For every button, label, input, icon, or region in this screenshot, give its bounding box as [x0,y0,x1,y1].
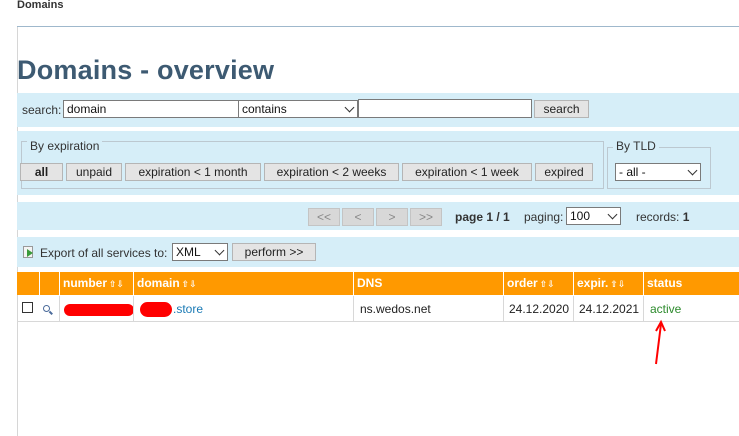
export-icon [23,246,33,258]
chevron-down-icon [607,209,618,220]
chevron-down-icon [214,245,225,256]
filter-expired-button[interactable]: expired [535,163,593,181]
expiration-legend: By expiration [27,139,103,153]
search-field-value: domain [67,102,107,116]
sort-arrows-icon[interactable]: ⇧⇩ [109,279,124,289]
breadcrumb: Domains [17,0,64,11]
header-icon-col [39,272,59,295]
export-format-select[interactable]: XML [172,243,228,261]
header-expiration-label: expir. [577,276,609,290]
prev-page-button[interactable]: < [342,208,374,226]
paging-select[interactable]: 100 [566,207,621,225]
export-format-value: XML [176,245,201,259]
row-number-cell [59,296,134,322]
domain-link[interactable]: .store [173,296,203,322]
first-page-button[interactable]: << [308,208,340,226]
header-dns-label: DNS [357,276,383,290]
search-panel: search: domain contains search [17,93,739,127]
records-indicator: records: 1 [636,210,689,224]
paging-label: paging: [524,210,564,224]
tld-select-value: - all - [619,165,646,179]
sort-arrows-icon[interactable]: ⇧⇩ [182,279,197,289]
export-label: Export of all services to: [40,246,168,260]
chevron-down-icon [687,165,698,176]
row-order-cell: 24.12.2020 [503,296,573,322]
search-button[interactable]: search [534,100,589,118]
header-status-label: status [647,276,683,290]
redaction-mark [140,302,172,317]
last-page-button[interactable]: >> [410,208,442,226]
chevron-down-icon [344,102,355,113]
page-value: 1 / 1 [486,210,510,224]
filter-all-button[interactable]: all [20,163,63,181]
row-checkbox[interactable] [22,302,33,313]
page-left-border [17,26,18,436]
search-operator-value: contains [242,102,287,116]
filter-1-week-button[interactable]: expiration < 1 week [402,163,532,181]
table-header: number ⇧⇩ domain ⇧⇩ DNS order ⇧⇩ expir. ⇧⇩ s… [17,272,739,295]
header-order-label: order [507,276,538,290]
annotation-arrow-icon [655,319,666,365]
search-operator-select[interactable]: contains [238,100,358,118]
header-dns: DNS [353,272,503,295]
header-checkbox-col [17,272,39,295]
export-panel: Export of all services to: XML perform >… [17,237,739,267]
filter-2-weeks-button[interactable]: expiration < 2 weeks [264,163,399,181]
header-number[interactable]: number ⇧⇩ [59,272,133,295]
header-divider [17,26,739,27]
filter-unpaid-button[interactable]: unpaid [66,163,122,181]
table-row: .store ns.wedos.net 24.12.2020 24.12.202… [17,296,739,322]
header-status: status [643,272,739,295]
perform-button[interactable]: perform >> [232,243,316,261]
row-expiration-cell: 24.12.2021 [573,296,643,322]
filter-1-month-button[interactable]: expiration < 1 month [125,163,261,181]
records-value: 1 [682,210,690,224]
tld-legend: By TLD [613,139,659,153]
page-title: Domains - overview [17,55,275,85]
sort-arrows-icon[interactable]: ⇧⇩ [540,279,555,289]
pager-panel: << < > >> page 1 / 1 paging: 100 records… [17,202,739,230]
sort-arrows-icon[interactable]: ⇧⇩ [610,279,625,289]
row-dns-cell: ns.wedos.net [353,296,503,322]
filter-panel: By expiration all unpaid expiration < 1 … [17,131,739,195]
search-field-select[interactable]: domain [63,100,253,118]
records-label: records: [636,210,680,224]
paging-value: 100 [570,209,591,223]
tld-select[interactable]: - all - [615,163,701,181]
page-indicator: page 1 / 1 [455,210,510,224]
magnifier-icon[interactable] [43,305,50,312]
search-label: search: [22,103,62,117]
header-domain-label: domain [137,276,180,290]
next-page-button[interactable]: > [376,208,408,226]
search-input[interactable] [358,99,532,118]
row-domain-cell: .store [133,296,353,322]
header-domain[interactable]: domain ⇧⇩ [133,272,353,295]
page-label: page [455,210,484,224]
header-expiration[interactable]: expir. ⇧⇩ [573,272,643,295]
redaction-mark [64,304,134,316]
header-order[interactable]: order ⇧⇩ [503,272,573,295]
header-number-label: number [63,276,108,290]
